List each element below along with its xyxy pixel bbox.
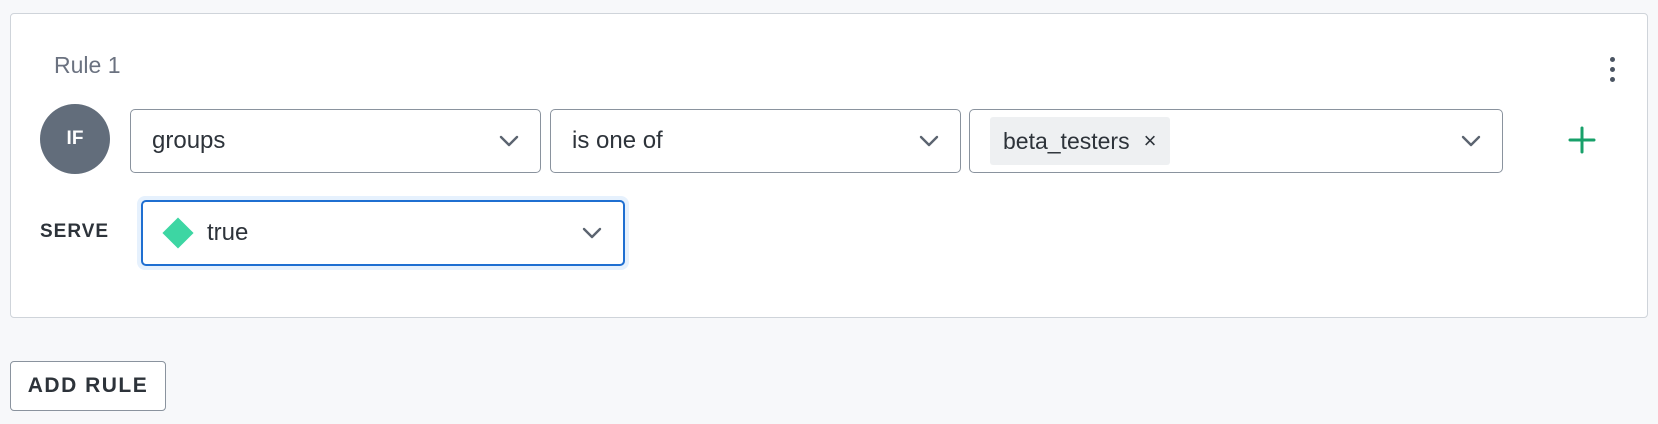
value-chip: beta_testers × — [990, 117, 1171, 165]
more-vertical-icon-dot — [1609, 76, 1615, 82]
chevron-down-icon — [582, 227, 602, 239]
serve-variation-value: true — [207, 219, 249, 246]
add-condition-button[interactable] — [1560, 118, 1604, 162]
operator-select-value: is one of — [572, 127, 663, 154]
serve-label: SERVE — [40, 221, 110, 242]
attribute-select-value: groups — [152, 127, 226, 154]
if-badge: IF — [40, 104, 110, 174]
plus-icon — [1568, 126, 1596, 154]
more-vertical-icon-dot — [1609, 56, 1615, 62]
serve-variation-select[interactable]: true — [141, 200, 625, 266]
operator-select[interactable]: is one of — [550, 109, 961, 173]
values-multiselect[interactable]: beta_testers × — [969, 109, 1503, 173]
rule-menu-button[interactable] — [1597, 50, 1627, 88]
rule-title: Rule 1 — [54, 52, 121, 78]
chevron-down-icon — [499, 135, 519, 147]
chevron-down-icon — [919, 135, 939, 147]
diamond-icon — [162, 217, 194, 249]
more-vertical-icon-dot — [1609, 66, 1615, 72]
chevron-down-icon — [1461, 135, 1481, 147]
add-rule-button[interactable]: ADD RULE — [10, 361, 166, 411]
close-icon[interactable]: × — [1144, 130, 1157, 152]
attribute-select[interactable]: groups — [130, 109, 541, 173]
value-chip-label: beta_testers — [1003, 127, 1130, 154]
